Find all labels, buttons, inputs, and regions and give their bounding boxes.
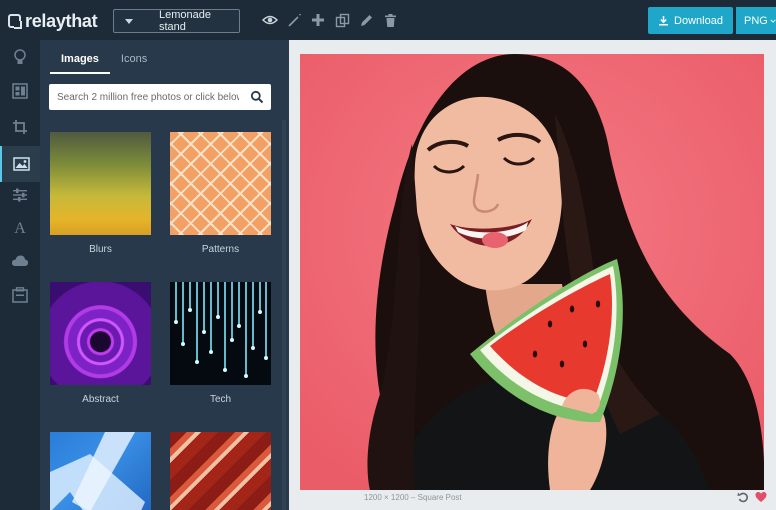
tech-light-streaks	[174, 282, 268, 378]
cloud-upload-icon[interactable]	[9, 250, 31, 272]
screenshot-stage: relaythat Lemonade stand Download PNG A …	[0, 0, 776, 510]
category-thumbnail	[170, 282, 271, 385]
tool-rail: A	[0, 40, 40, 510]
svg-text:A: A	[14, 220, 26, 235]
app-logo[interactable]: relaythat	[8, 10, 98, 32]
tab-icons[interactable]: Icons	[110, 50, 158, 74]
canvas-photo	[300, 54, 764, 490]
chevron-down-icon	[770, 19, 776, 23]
logo-text: relaythat	[25, 10, 98, 31]
copy-icon[interactable]	[334, 12, 350, 28]
app-window: relaythat Lemonade stand Download PNG A …	[0, 0, 776, 510]
download-button[interactable]: Download	[648, 7, 733, 34]
category-label: Patterns	[201, 244, 240, 255]
format-select[interactable]: PNG	[736, 7, 776, 34]
top-bar: relaythat Lemonade stand Download PNG	[0, 0, 776, 40]
category-card-blurs[interactable]: Blurs	[50, 132, 151, 255]
canvas-size-caption: 1200 × 1200 – Square Post	[364, 493, 462, 502]
brand-kit-icon[interactable]	[9, 284, 31, 306]
download-icon	[659, 16, 669, 26]
images-panel: Images Icons Blurs Patterns Abstract	[40, 40, 289, 510]
category-card[interactable]	[50, 432, 151, 510]
category-card-patterns[interactable]: Patterns	[170, 132, 271, 255]
heart-icon[interactable]	[755, 491, 767, 503]
category-thumbnail	[170, 132, 271, 235]
download-label: Download	[674, 14, 723, 27]
document-select[interactable]: Lemonade stand	[113, 9, 240, 33]
trash-icon[interactable]	[382, 12, 398, 28]
magic-wand-icon[interactable]	[286, 12, 302, 28]
chevron-down-icon	[125, 18, 133, 24]
format-label: PNG	[744, 14, 768, 27]
pencil-icon[interactable]	[358, 12, 374, 28]
category-label: Blurs	[89, 244, 112, 255]
tab-images[interactable]: Images	[50, 50, 110, 74]
text-icon[interactable]: A	[9, 216, 31, 238]
panel-tabs: Images Icons	[50, 50, 158, 75]
image-search	[49, 84, 271, 110]
category-label: Abstract	[82, 394, 119, 405]
crop-icon[interactable]	[9, 116, 31, 138]
toolbar	[262, 12, 398, 28]
design-canvas[interactable]	[300, 54, 764, 490]
category-thumbnail	[50, 282, 151, 385]
eye-icon[interactable]	[262, 12, 278, 28]
sliders-icon[interactable]	[9, 184, 31, 206]
category-thumbnail	[50, 432, 151, 510]
image-icon[interactable]	[0, 146, 40, 182]
category-card-tech[interactable]: Tech	[170, 282, 271, 405]
search-icon[interactable]	[250, 90, 264, 104]
panel-scrollbar[interactable]	[282, 120, 286, 510]
canvas-area: 1200 × 1200 – Square Post	[289, 40, 776, 510]
undo-icon[interactable]	[737, 491, 749, 503]
search-input[interactable]	[49, 91, 239, 103]
plus-icon[interactable]	[310, 12, 326, 28]
category-thumbnail	[170, 432, 271, 510]
logo-mark-icon	[8, 14, 22, 29]
category-label: Tech	[209, 394, 232, 405]
category-thumbnail	[50, 132, 151, 235]
lightbulb-icon[interactable]	[9, 46, 31, 68]
category-card[interactable]	[170, 432, 271, 510]
brush-strokes	[50, 432, 145, 510]
document-name: Lemonade stand	[159, 9, 211, 33]
category-card-abstract[interactable]: Abstract	[50, 282, 151, 405]
layout-icon[interactable]	[9, 80, 31, 102]
